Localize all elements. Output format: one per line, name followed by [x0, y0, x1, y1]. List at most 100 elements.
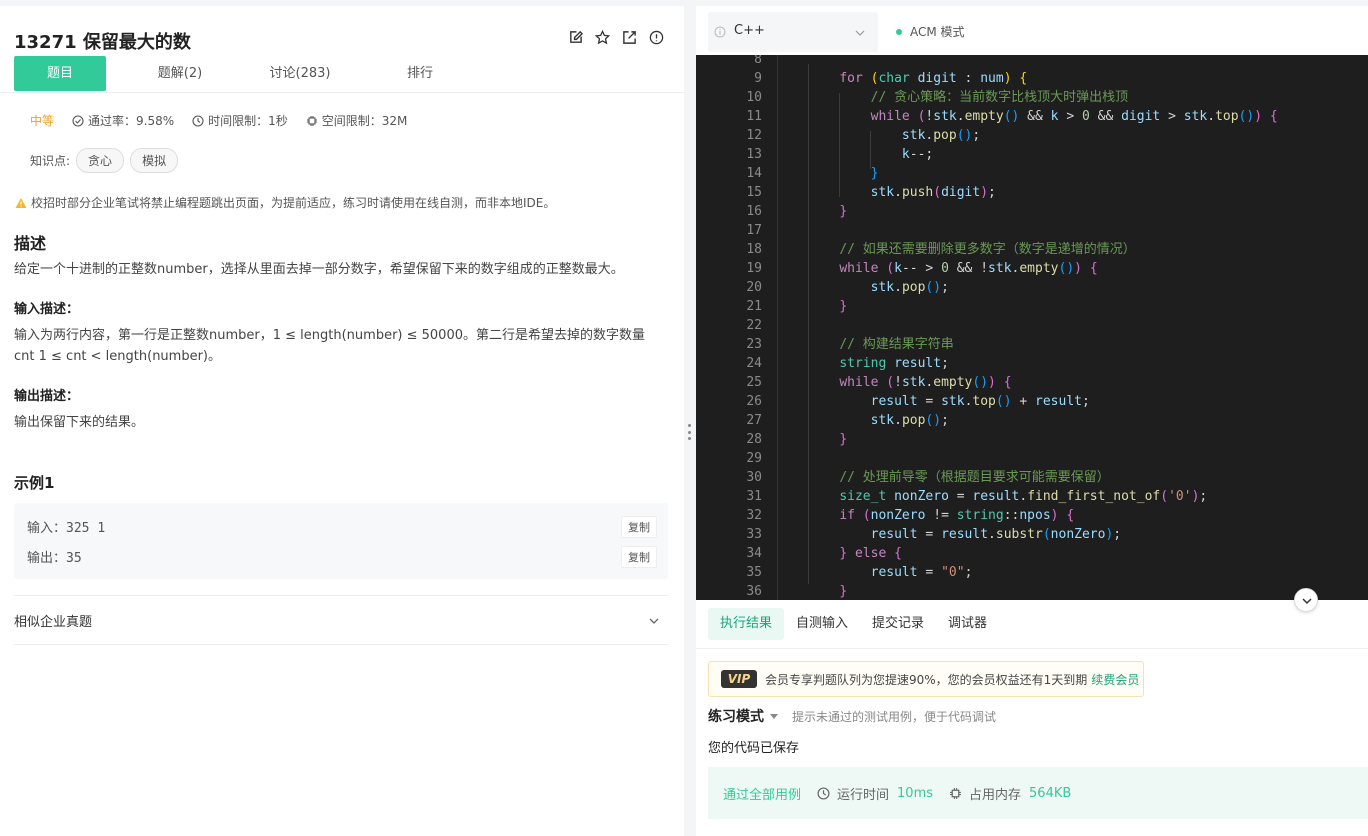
acm-mode[interactable]: ACM 模式	[896, 23, 965, 40]
tag-chip[interactable]: 贪心	[76, 148, 125, 173]
renew-vip-link[interactable]: 续费会员	[1091, 671, 1139, 688]
code-line-13: 13 k--;	[746, 147, 934, 162]
memory-value: 564KB	[1029, 785, 1072, 801]
chip-icon	[306, 115, 317, 126]
result-tabs-divider	[696, 648, 1368, 649]
editor-panel: C++ ACM 模式 8 9 for (char digit : num) { …	[696, 6, 1368, 836]
code-line-36: 36 }	[746, 584, 848, 599]
code-line-19: 19 while (k-- > 0 && !stk.empty()) {	[746, 261, 1098, 276]
chevron-down-icon	[855, 30, 865, 36]
report-icon[interactable]	[649, 30, 664, 45]
code-line-34: 34 } else {	[746, 546, 902, 561]
tab-discussion[interactable]: 讨论(283)	[254, 56, 346, 91]
title-actions	[568, 29, 664, 45]
space-limit-text: 空间限制：32M	[321, 114, 408, 128]
notice: 校招时部分企业笔试将禁止编程题跳出页面，为提前适应，练习时请使用在线自测，而非本…	[15, 194, 555, 211]
code-line-14: 14 }	[746, 166, 879, 181]
code-line-24: 24 string result;	[746, 356, 949, 371]
code-line-8: 8	[754, 55, 762, 67]
similar-label: 相似企业真题	[14, 615, 93, 630]
input-heading: 输入描述：	[14, 302, 80, 317]
code-line-15: 15 stk.push(digit);	[746, 185, 996, 200]
code-line-10: 10 // 贪心策略：当前数字比栈顶大时弹出栈顶	[746, 90, 1129, 105]
code-line-18: 18 // 如果还需要删除更多数字（数字是递增的情况）	[746, 242, 1136, 257]
problem-meta: 中等 通过率：9.58% 时间限制：1秒 空间限制：32M	[30, 112, 425, 129]
title-row: 13271 保留最大的数	[14, 24, 668, 58]
practice-mode-select[interactable]: 练习模式	[708, 706, 764, 726]
edit-icon[interactable]	[568, 30, 584, 45]
description-text: 给定一个十进制的正整数number，选择从里面去掉一部分数字，希望保留下来的数字…	[14, 262, 624, 277]
language-select[interactable]: C++	[708, 12, 878, 52]
problem-panel: 13271 保留最大的数 题目 题解(2) 讨论(283) 排行 中等 通过率：…	[0, 6, 684, 836]
star-icon[interactable]	[594, 29, 611, 45]
problem-tabs: 题目 题解(2) 讨论(283) 排行	[14, 56, 684, 92]
input-description: 输入为两行内容，第一行是正整数number，1 ≤ length(number)…	[14, 328, 645, 364]
chevron-down-icon	[1302, 598, 1312, 605]
code-line-9: 9 for (char digit : num) {	[754, 71, 1028, 86]
vip-banner: VIP 会员专享判题队列为您提速90%，您的会员权益还有1天到期 续费会员	[708, 661, 1144, 697]
description-heading: 描述	[14, 234, 47, 253]
space-limit: 空间限制：32M	[306, 112, 408, 129]
code-line-33: 33 result = result.substr(nonZero);	[746, 527, 1122, 542]
tab-custom-input[interactable]: 自测输入	[784, 608, 860, 640]
knowledge-label: 知识点:	[30, 154, 71, 168]
code-line-27: 27 stk.pop();	[746, 413, 949, 428]
code-line-26: 26 result = stk.top() + result;	[746, 394, 1090, 409]
tab-submissions[interactable]: 提交记录	[860, 608, 936, 640]
status-dot	[896, 28, 902, 35]
collapse-editor-button[interactable]	[1294, 588, 1318, 612]
code-line-20: 20 stk.pop();	[746, 280, 949, 295]
result-summary: 通过全部用例 运行时间 10ms 占用内存 564KB	[708, 767, 1368, 819]
code-line-12: 12 stk.pop();	[746, 128, 981, 143]
tabs-divider	[0, 92, 684, 93]
code-line-32: 32 if (nonZero != string::npos) {	[746, 508, 1075, 523]
practice-mode: 练习模式 提示未通过的测试用例，便于代码调试	[708, 706, 996, 726]
code-line-22: 22	[746, 318, 762, 333]
tab-problem[interactable]: 题目	[14, 56, 106, 91]
share-icon[interactable]	[622, 30, 637, 45]
output-description: 输出保留下来的结果。	[14, 415, 145, 430]
vip-text: 会员专享判题队列为您提速90%，您的会员权益还有1天到期	[765, 672, 1088, 687]
example-output-value: 35	[66, 551, 82, 566]
time-limit-text: 时间限制：1秒	[208, 114, 288, 128]
notice-text: 校招时部分企业笔试将禁止编程题跳出页面，为提前适应，练习时请使用在线自测，而非本…	[31, 196, 556, 210]
runtime-label: 运行时间	[837, 787, 890, 803]
tag-chip[interactable]: 模拟	[130, 148, 179, 173]
pass-rate-text: 通过率：9.58%	[88, 114, 175, 128]
check-circle-icon	[72, 114, 84, 127]
vip-badge: VIP	[721, 670, 757, 688]
result-tabs: 执行结果 自测输入 提交记录 调试器	[708, 608, 999, 640]
clock-icon	[192, 114, 204, 127]
memory-label: 占用内存	[969, 787, 1022, 803]
tab-ranking[interactable]: 排行	[374, 56, 466, 91]
code-editor[interactable]: 8 9 for (char digit : num) { 10 // 贪心策略：…	[696, 55, 1368, 600]
copy-input-button[interactable]: 复制	[621, 516, 657, 538]
clock-icon	[817, 786, 830, 800]
save-status: 您的代码已保存	[708, 741, 800, 756]
example-input-label: 输入：	[27, 521, 67, 536]
copy-output-button[interactable]: 复制	[621, 546, 657, 568]
example-heading: 示例1	[14, 474, 55, 492]
code-line-29: 29	[746, 451, 762, 466]
tab-debugger[interactable]: 调试器	[936, 608, 999, 640]
code-line-11: 11 while (!stk.empty() && k > 0 && digit…	[746, 109, 1278, 124]
code-line-30: 30 // 处理前导零（根据题目要求可能需要保留）	[746, 470, 1110, 485]
code-line-25: 25 while (!stk.empty()) {	[746, 375, 1012, 390]
example-box: 输入：325 1 复制 输出：35 复制	[14, 503, 668, 579]
example-input: 输入：325 1	[27, 517, 105, 536]
caret-down-icon[interactable]	[770, 713, 778, 719]
problem-title: 13271 保留最大的数	[14, 32, 191, 53]
tab-solutions[interactable]: 题解(2)	[134, 56, 226, 91]
code-line-17: 17	[746, 223, 762, 238]
similar-questions[interactable]: 相似企业真题	[14, 595, 668, 645]
knowledge-points: 知识点: 贪心 模拟	[30, 148, 179, 173]
code-line-35: 35 result = "0";	[746, 565, 973, 580]
panel-resize-handle[interactable]	[687, 424, 691, 440]
runtime-value: 10ms	[897, 785, 934, 801]
acm-mode-label: ACM 模式	[910, 25, 965, 39]
pass-status: 通过全部用例	[723, 787, 802, 803]
language-value: C++	[734, 23, 765, 38]
tab-run-result[interactable]: 执行结果	[708, 608, 785, 640]
code-line-28: 28 }	[746, 432, 848, 447]
pass-rate: 通过率：9.58%	[72, 112, 174, 129]
